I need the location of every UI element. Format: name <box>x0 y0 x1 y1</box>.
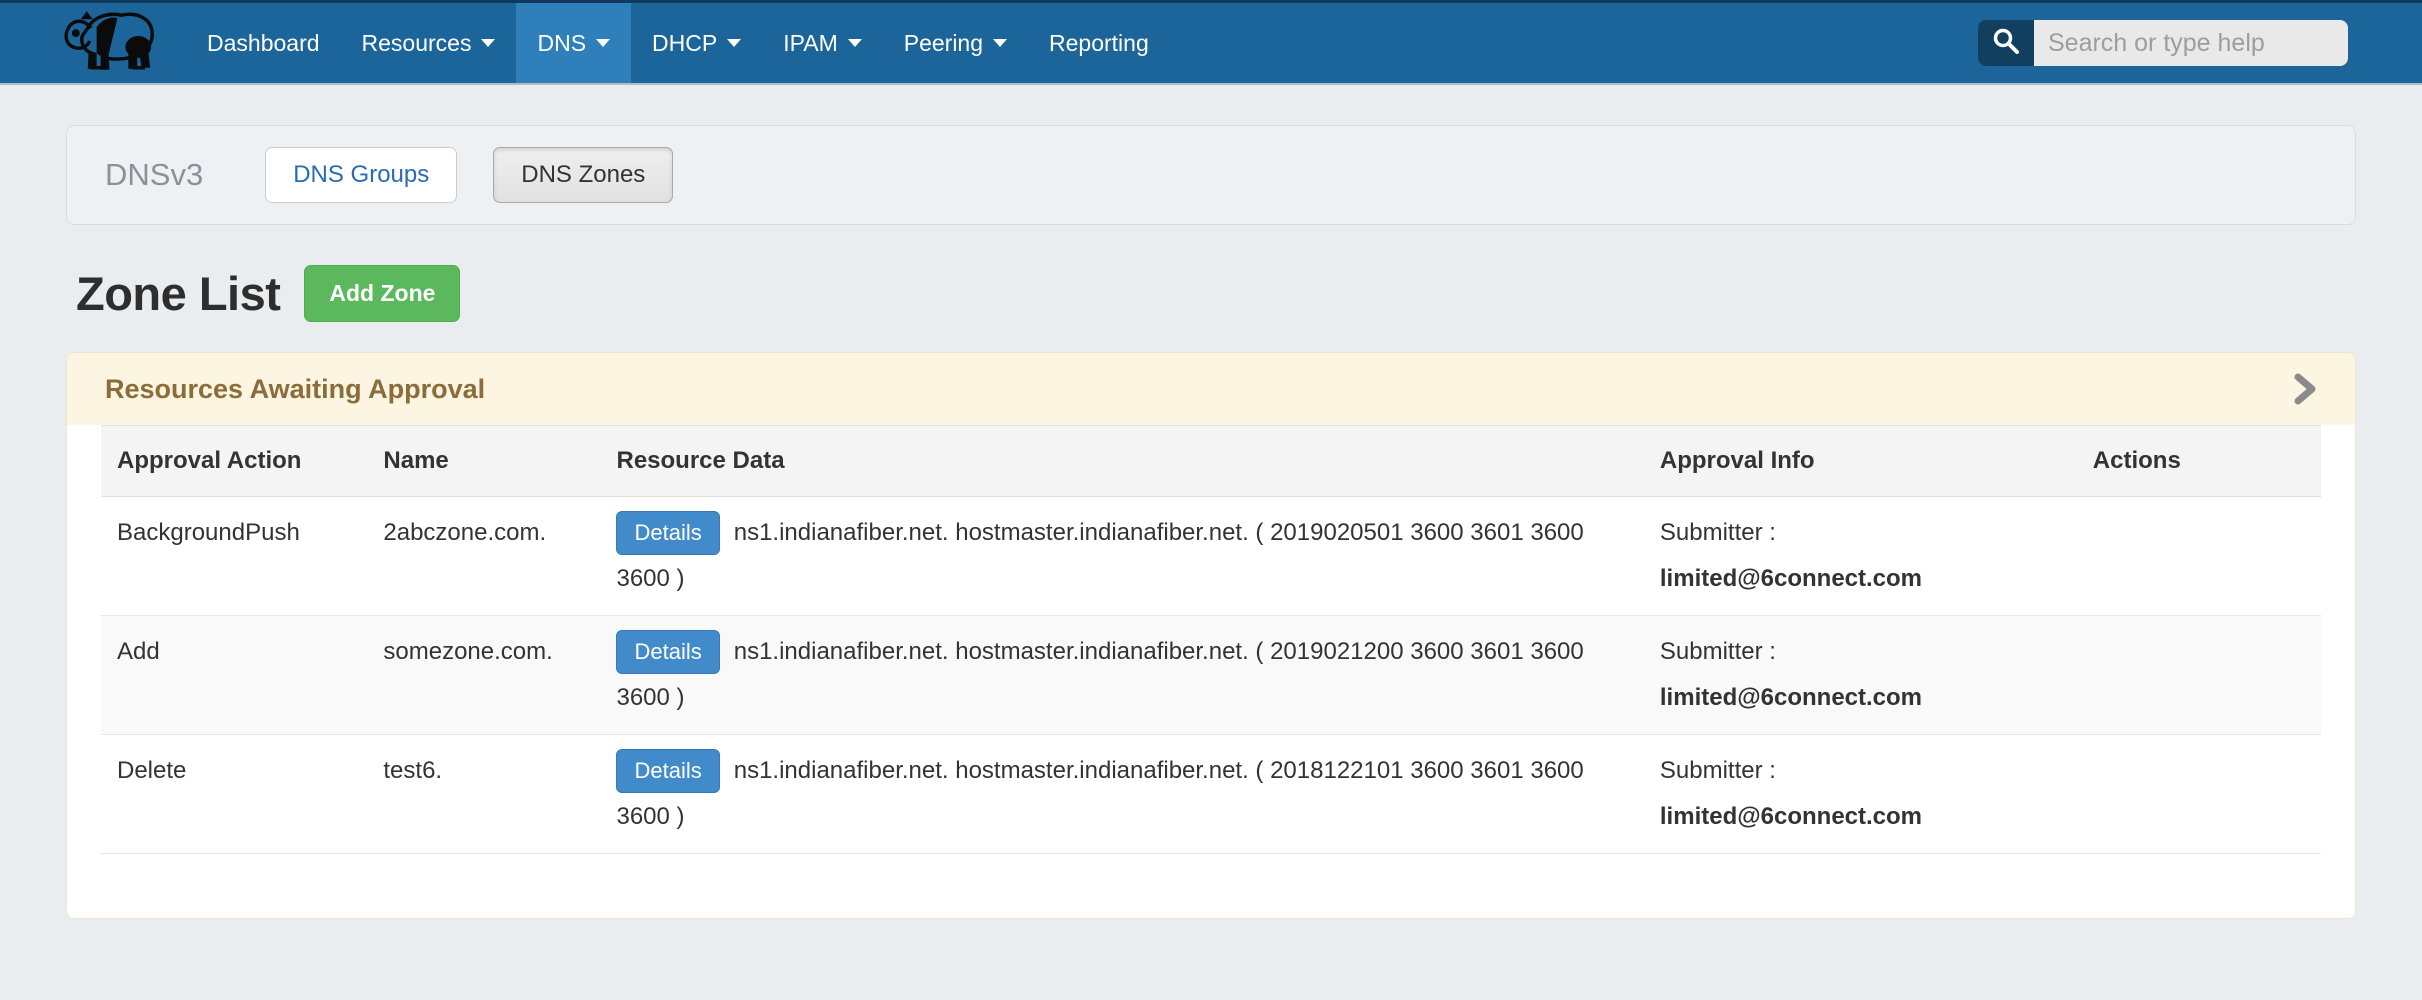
global-search <box>1978 3 2348 83</box>
caret-down-icon <box>993 39 1007 47</box>
col-header-resource-data: Resource Data <box>600 426 1643 497</box>
approval-panel-body: Approval Action Name Resource Data Appro… <box>67 425 2355 918</box>
col-header-actions: Actions <box>2077 426 2321 497</box>
actions-cell <box>2077 497 2321 616</box>
resource-data-cell: Detailsns1.indianafiber.net. hostmaster.… <box>600 735 1643 854</box>
panda-logo-icon <box>58 6 162 81</box>
actions-cell <box>2077 616 2321 735</box>
zone-name-cell: 2abczone.com. <box>367 497 600 616</box>
approval-action-cell: Add <box>101 616 367 735</box>
dns-groups-button[interactable]: DNS Groups <box>265 147 457 203</box>
approval-table: Approval Action Name Resource Data Appro… <box>101 425 2321 854</box>
caret-down-icon <box>596 39 610 47</box>
brand-logo[interactable] <box>58 3 162 83</box>
nav-item-dns[interactable]: DNS <box>516 3 631 83</box>
top-navbar: Dashboard Resources DNS DHCP IPAM Peerin… <box>0 0 2422 83</box>
actions-cell <box>2077 735 2321 854</box>
approval-panel: Resources Awaiting Approval Approval Act… <box>66 352 2356 919</box>
soa-record-text: ns1.indianafiber.net. hostmaster.indiana… <box>616 638 1583 711</box>
approval-action-cell: BackgroundPush <box>101 497 367 616</box>
zone-name-cell: test6. <box>367 735 600 854</box>
submitter-email: limited@6connect.com <box>1660 675 2061 721</box>
search-icon <box>1991 26 2021 61</box>
nav-item-resources[interactable]: Resources <box>341 3 517 83</box>
main-content: DNSv3 DNS Groups DNS Zones Zone List Add… <box>0 83 2422 919</box>
search-input[interactable] <box>2034 20 2348 66</box>
submitter-label: Submitter : <box>1660 748 2061 794</box>
approval-panel-title: Resources Awaiting Approval <box>105 374 485 405</box>
nav-label: Resources <box>362 30 472 57</box>
nav-label: IPAM <box>783 30 838 57</box>
nav-label: Reporting <box>1049 30 1149 57</box>
app-root: Dashboard Resources DNS DHCP IPAM Peerin… <box>0 0 2422 1000</box>
approval-info-cell: Submitter : limited@6connect.com <box>1644 497 2077 616</box>
table-row: Delete test6. Detailsns1.indianafiber.ne… <box>101 735 2321 854</box>
nav-item-dashboard[interactable]: Dashboard <box>186 3 341 83</box>
col-header-name: Name <box>367 426 600 497</box>
approval-info-cell: Submitter : limited@6connect.com <box>1644 616 2077 735</box>
caret-down-icon <box>727 39 741 47</box>
col-header-approval-info: Approval Info <box>1644 426 2077 497</box>
nav-item-reporting[interactable]: Reporting <box>1028 3 1170 83</box>
approval-info-cell: Submitter : limited@6connect.com <box>1644 735 2077 854</box>
details-button[interactable]: Details <box>616 749 719 793</box>
nav-item-dhcp[interactable]: DHCP <box>631 3 762 83</box>
submitter-label: Submitter : <box>1660 629 2061 675</box>
subnav-title: DNSv3 <box>105 157 203 193</box>
table-header-row: Approval Action Name Resource Data Appro… <box>101 426 2321 497</box>
details-button[interactable]: Details <box>616 630 719 674</box>
details-button[interactable]: Details <box>616 511 719 555</box>
table-row: BackgroundPush 2abczone.com. Detailsns1.… <box>101 497 2321 616</box>
table-row: Add somezone.com. Detailsns1.indianafibe… <box>101 616 2321 735</box>
nav-item-ipam[interactable]: IPAM <box>762 3 883 83</box>
zone-name-cell: somezone.com. <box>367 616 600 735</box>
nav-label: DNS <box>537 30 586 57</box>
main-nav: Dashboard Resources DNS DHCP IPAM Peerin… <box>186 3 1170 83</box>
nav-label: Peering <box>904 30 983 57</box>
soa-record-text: ns1.indianafiber.net. hostmaster.indiana… <box>616 757 1583 830</box>
nav-item-peering[interactable]: Peering <box>883 3 1028 83</box>
page-title: Zone List <box>76 266 280 321</box>
nav-label: DHCP <box>652 30 717 57</box>
submitter-email: limited@6connect.com <box>1660 556 2061 602</box>
search-icon-button[interactable] <box>1978 20 2034 66</box>
submitter-email: limited@6connect.com <box>1660 794 2061 840</box>
chevron-right-icon[interactable] <box>2293 373 2317 405</box>
resource-data-cell: Detailsns1.indianafiber.net. hostmaster.… <box>600 616 1643 735</box>
nav-label: Dashboard <box>207 30 320 57</box>
submitter-label: Submitter : <box>1660 510 2061 556</box>
dnsv3-subnav: DNSv3 DNS Groups DNS Zones <box>66 125 2356 225</box>
caret-down-icon <box>848 39 862 47</box>
col-header-approval-action: Approval Action <box>101 426 367 497</box>
dns-zones-button[interactable]: DNS Zones <box>493 147 673 203</box>
add-zone-button[interactable]: Add Zone <box>304 265 460 322</box>
approval-action-cell: Delete <box>101 735 367 854</box>
caret-down-icon <box>481 39 495 47</box>
approval-panel-header[interactable]: Resources Awaiting Approval <box>67 353 2355 425</box>
soa-record-text: ns1.indianafiber.net. hostmaster.indiana… <box>616 519 1583 592</box>
page-header: Zone List Add Zone <box>76 265 2356 322</box>
resource-data-cell: Detailsns1.indianafiber.net. hostmaster.… <box>600 497 1643 616</box>
